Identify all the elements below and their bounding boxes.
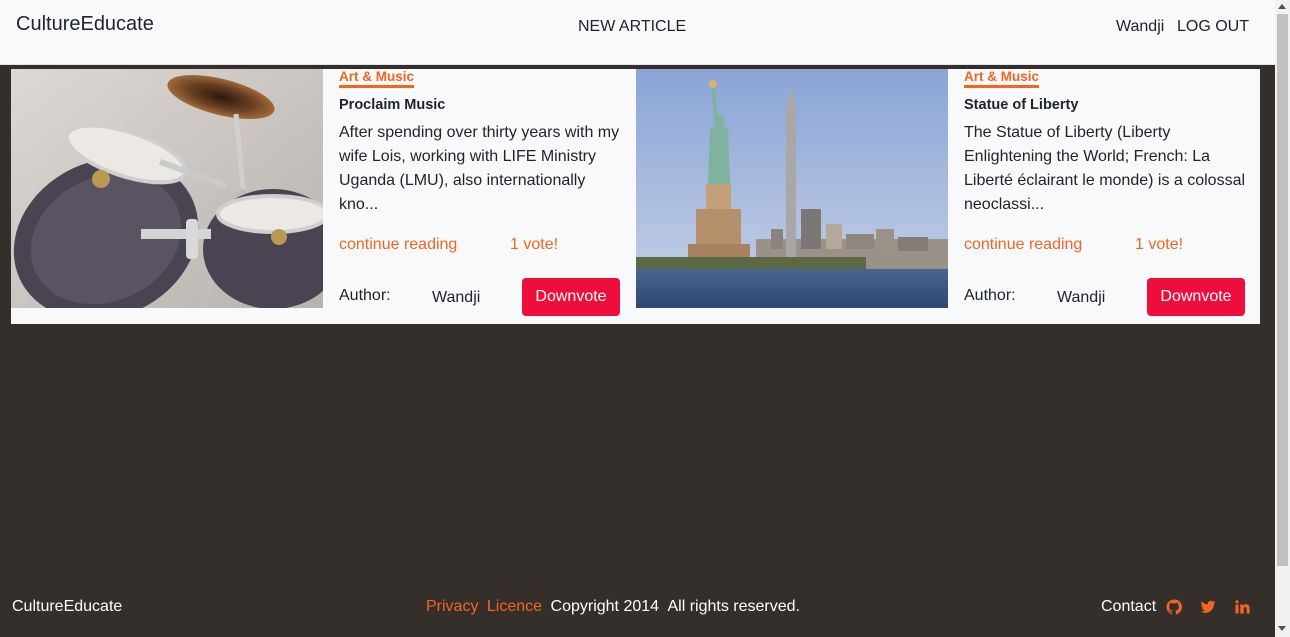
article-title: Proclaim Music: [339, 97, 446, 113]
scroll-down-icon[interactable]: [1278, 626, 1286, 631]
footer-brand: CultureEducate: [12, 598, 123, 615]
author-name: Wandji: [432, 289, 481, 306]
continue-reading-link[interactable]: continue reading: [964, 236, 1082, 254]
articles-list: Art & Music Proclaim Music After spendin…: [11, 69, 1260, 324]
article-excerpt: After spending over thirty years with my…: [339, 124, 620, 213]
category-link[interactable]: Art & Music: [339, 69, 415, 88]
rights-text: All rights reserved.: [667, 598, 800, 615]
author-label: Author:: [339, 287, 391, 304]
new-article-link[interactable]: NEW ARTICLE: [578, 18, 686, 36]
downvote-button[interactable]: Downvote: [1147, 278, 1245, 316]
drum-kit-image[interactable]: [11, 69, 323, 308]
article-title: Statue of Liberty: [964, 97, 1079, 113]
downvote-button[interactable]: Downvote: [522, 278, 620, 316]
author-name: Wandji: [1057, 289, 1106, 306]
twitter-icon[interactable]: [1200, 599, 1216, 615]
licence-link[interactable]: Licence: [487, 598, 542, 615]
linkedin-icon[interactable]: [1234, 599, 1250, 615]
article-excerpt: The Statue of Liberty (Liberty Enlighten…: [964, 124, 1246, 213]
vote-count: 1 vote!: [1135, 236, 1184, 253]
footer-links: Privacy Licence Copyright 2014 All right…: [426, 598, 800, 616]
copyright-text: Copyright 2014: [550, 598, 660, 615]
scroll-thumb[interactable]: [1277, 14, 1288, 566]
brand-link[interactable]: CultureEducate: [16, 13, 154, 36]
logout-link[interactable]: LOG OUT: [1177, 18, 1249, 36]
github-icon[interactable]: [1166, 599, 1183, 615]
privacy-link[interactable]: Privacy: [426, 598, 478, 615]
statue-of-liberty-image[interactable]: [636, 69, 948, 308]
continue-reading-link[interactable]: continue reading: [339, 236, 457, 254]
contact-label: Contact: [1101, 598, 1157, 615]
scroll-up-icon[interactable]: [1278, 4, 1286, 9]
top-navbar: CultureEducate NEW ARTICLE Wandji LOG OU…: [0, 0, 1275, 65]
vote-count: 1 vote!: [510, 236, 559, 253]
category-link[interactable]: Art & Music: [964, 69, 1040, 88]
page-scrollbar[interactable]: [1275, 0, 1290, 637]
author-label: Author:: [964, 287, 1016, 304]
article-card: Art & Music Proclaim Music After spendin…: [11, 69, 636, 324]
article-card: Art & Music Statue of Liberty The Statue…: [636, 69, 1261, 324]
footer-contact: Contact: [1101, 598, 1250, 616]
user-link[interactable]: Wandji: [1116, 18, 1164, 36]
